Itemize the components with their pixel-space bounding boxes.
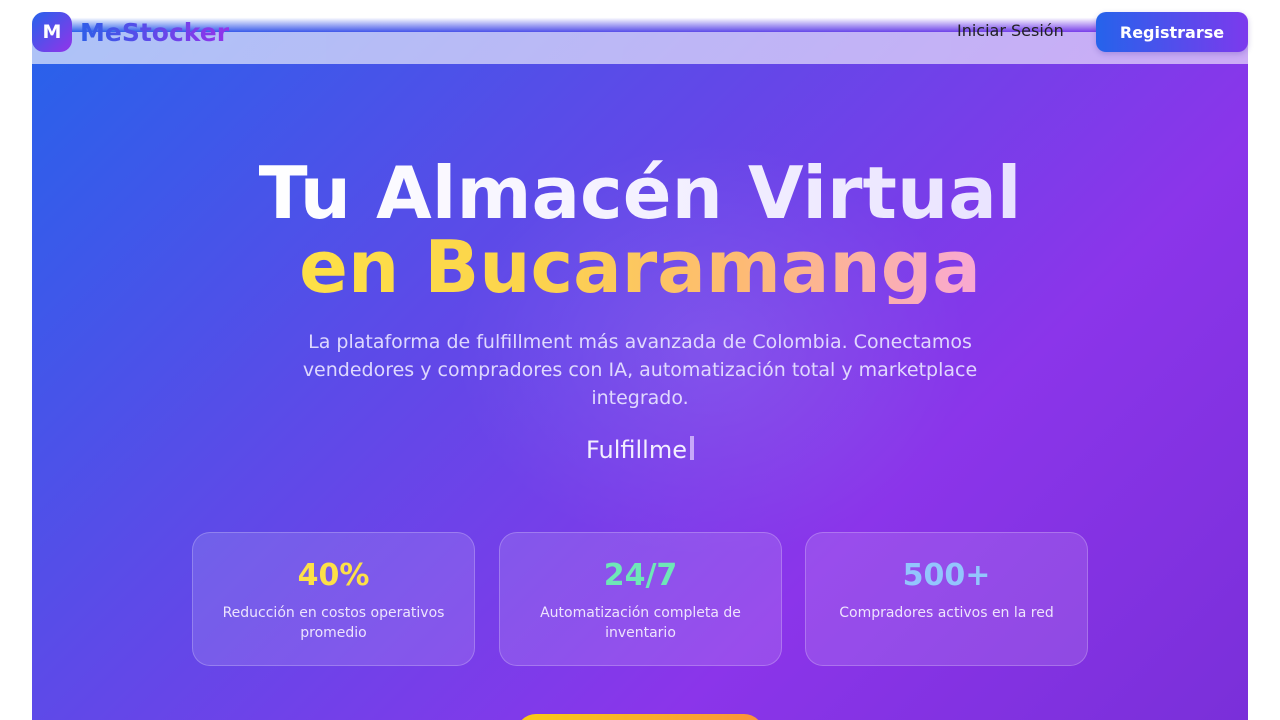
brand-logo[interactable]: M MeStocker bbox=[32, 12, 229, 52]
login-link[interactable]: Iniciar Sesión bbox=[957, 21, 1064, 40]
stat-card-automation: 24/7 Automatización completa de inventar… bbox=[499, 532, 782, 666]
stat-card-cost: 40% Reducción en costos operativos prome… bbox=[192, 532, 475, 666]
stat-value: 40% bbox=[297, 558, 370, 593]
stat-value: 500+ bbox=[902, 558, 991, 593]
cta-button[interactable] bbox=[516, 714, 764, 720]
register-button[interactable]: Registrarse bbox=[1096, 12, 1248, 52]
hero-subtitle: La plataforma de fulfillment más avanzad… bbox=[302, 331, 978, 409]
typing-text: Fulfillme bbox=[0, 436, 1280, 464]
typing-text-value: Fulfillme bbox=[586, 436, 687, 464]
stat-value: 24/7 bbox=[603, 558, 678, 593]
stat-description: Reducción en costos operativos promedio bbox=[222, 605, 445, 641]
hero-title: Tu Almacén Virtual en Bucaramanga bbox=[0, 156, 1280, 304]
hero-title-line1: Tu Almacén Virtual bbox=[258, 151, 1022, 235]
landing-page: M MeStocker Iniciar Sesión Registrarse T… bbox=[0, 0, 1280, 720]
hero-title-line2: en Bucaramanga bbox=[299, 225, 981, 309]
logo-badge-icon: M bbox=[32, 12, 72, 52]
stat-description: Compradores activos en la red bbox=[839, 605, 1054, 621]
typing-cursor-icon bbox=[689, 436, 694, 460]
brand-name: MeStocker bbox=[80, 17, 230, 47]
stat-description: Automatización completa de inventario bbox=[540, 605, 741, 641]
site-header: M MeStocker Iniciar Sesión Registrarse bbox=[0, 0, 1280, 64]
stat-card-buyers: 500+ Compradores activos en la red bbox=[805, 532, 1088, 666]
